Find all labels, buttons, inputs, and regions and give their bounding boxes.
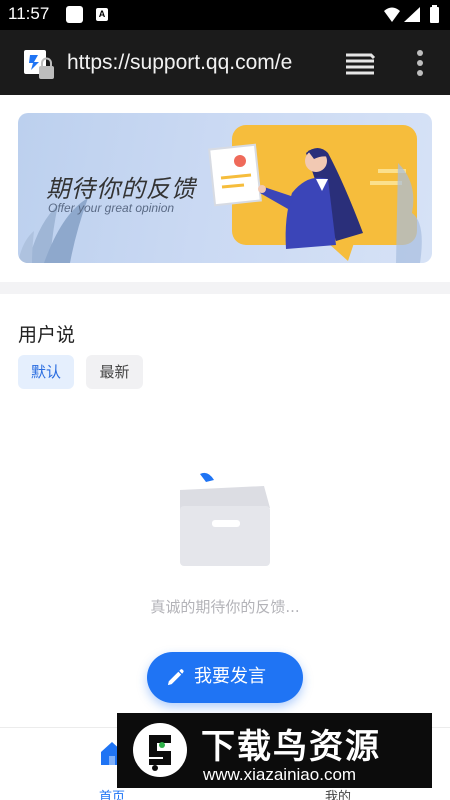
feedback-banner[interactable]: 期待你的反馈 Offer your great opinion <box>18 113 432 263</box>
empty-box-icon <box>180 472 270 566</box>
nav-mine-label: 我的 <box>324 790 351 800</box>
notification-badge-icon: A <box>96 8 108 21</box>
url-bar[interactable]: https://support.qq.com/e <box>67 49 319 77</box>
post-feedback-button[interactable]: 我要发言 <box>147 652 303 703</box>
tabs-icon[interactable] <box>343 50 377 76</box>
banner-subtitle: Offer your great opinion <box>48 201 175 215</box>
watermark-logo-icon <box>133 723 187 777</box>
filter-latest-button[interactable]: 最新 <box>86 355 143 389</box>
battery-icon <box>430 7 439 23</box>
empty-state-text: 真诚的期待你的反馈... <box>150 598 300 616</box>
overflow-menu-icon[interactable] <box>410 48 430 78</box>
notification-icon <box>66 6 83 23</box>
watermark: 下载鸟资源 www.xiazainiao.com <box>117 713 432 788</box>
watermark-title: 下载鸟资源 <box>201 727 381 767</box>
pencil-icon <box>167 669 184 686</box>
status-icons <box>384 5 439 23</box>
section-title: 用户说 <box>18 324 76 346</box>
browser-toolbar: https://support.qq.com/e <box>0 30 450 95</box>
status-time: 11:57 <box>8 4 50 23</box>
filter-default-button[interactable]: 默认 <box>18 355 74 389</box>
post-feedback-label: 我要发言 <box>194 666 266 687</box>
section-divider <box>0 282 450 294</box>
nav-home-label: 首页 <box>98 790 125 800</box>
watermark-url: www.xiazainiao.com <box>203 765 357 784</box>
status-bar: 11:57 A <box>0 0 450 30</box>
banner-title: 期待你的反馈 <box>46 175 196 203</box>
signal-icon <box>404 7 420 22</box>
site-lock-icon[interactable] <box>22 48 58 82</box>
wifi-icon <box>384 7 400 22</box>
